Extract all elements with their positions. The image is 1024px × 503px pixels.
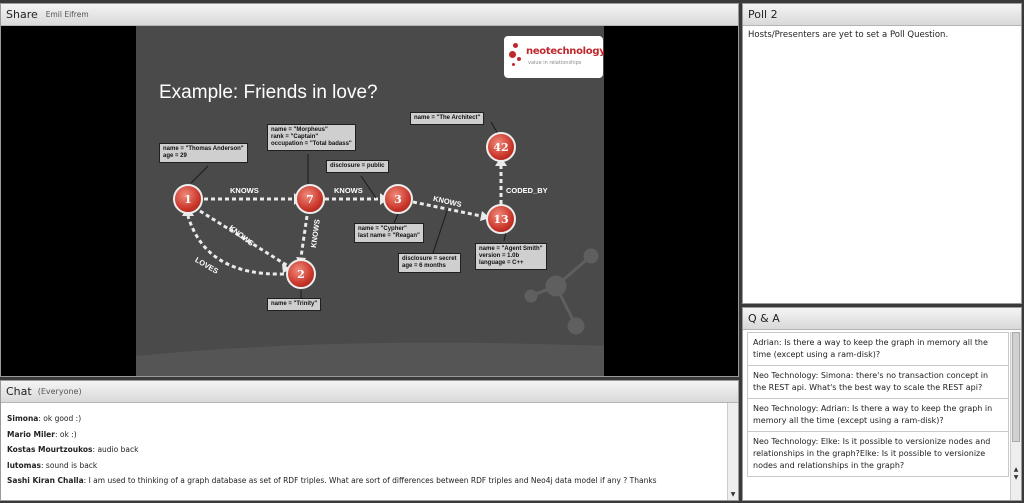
chat-message: Simona: ok good :) — [7, 414, 82, 423]
qa-scrollbar-thumb[interactable] — [1012, 332, 1020, 442]
scroll-down-arrow-icon[interactable]: ▼ — [728, 491, 738, 498]
chat-pod: Chat (Everyone) Simona: ok good :) Mario… — [0, 380, 739, 501]
poll-content: Hosts/Presenters are yet to set a Poll Q… — [743, 26, 1021, 303]
chat-text: sound is back — [45, 460, 98, 470]
chat-message: Mario Miler: ok :) — [7, 429, 77, 439]
presentation-slide: neotechnology value in relationships Exa… — [136, 26, 604, 376]
share-header: Share Emil Eifrem — [1, 4, 738, 26]
poll-header: Poll 2 — [743, 4, 1021, 26]
poll-pod: Poll 2 Hosts/Presenters are yet to set a… — [742, 3, 1022, 304]
graph-node-13: 13 — [486, 204, 516, 234]
chat-text: ok good :) — [43, 414, 82, 423]
graph-node-1: 1 — [173, 184, 203, 214]
prop-node-3: name = "Cypher" last name = "Reagan" — [354, 223, 424, 243]
chat-author: Sashi Kiran Challa — [7, 476, 84, 485]
callout-n3 — [393, 213, 399, 224]
qa-list: Adrian: Is there a way to keep the graph… — [747, 332, 1009, 500]
graph-edges — [136, 121, 604, 376]
chat-text: ok :) — [59, 429, 77, 439]
chat-author: lutomas — [7, 460, 41, 470]
qa-title: Q & A — [748, 312, 780, 325]
rel-knows-7-3: KNOWS — [334, 186, 363, 195]
scroll-down-arrow-icon[interactable]: ▼ — [1011, 474, 1021, 484]
prop-rel-secret: disclosure = secret age = 6 months — [398, 253, 461, 273]
qa-pod: Q & A Adrian: Is there a way to keep the… — [742, 307, 1022, 501]
graph-node-7: 7 — [295, 184, 325, 214]
poll-message: Hosts/Presenters are yet to set a Poll Q… — [748, 30, 949, 40]
prop-node-1: name = "Thomas Anderson" age = 29 — [159, 143, 248, 163]
rel-knows-1-7: KNOWS — [230, 186, 259, 195]
qa-item[interactable]: Adrian: Is there a way to keep the graph… — [747, 332, 1009, 366]
chat-author: Simona — [7, 414, 39, 423]
rel-coded-by: CODED_BY — [506, 186, 548, 195]
qa-item[interactable]: Neo Technology: Simona: there's no trans… — [747, 366, 1009, 399]
chat-scrollbar[interactable]: ▼ — [727, 403, 738, 500]
chat-messages: Simona: ok good :) Mario Miler: ok :) Ko… — [7, 411, 724, 489]
prop-node-42: name = "The Architect" — [410, 112, 485, 125]
chat-author: Kostas Mourtzoukos — [7, 445, 93, 454]
prop-node-13: name = "Agent Smith" version = 1.0b lang… — [475, 243, 547, 270]
qa-item[interactable]: Neo Technology: Elke: Is it possible to … — [747, 432, 1009, 477]
qa-scrollbar[interactable]: ▲ ▼ — [1010, 332, 1021, 500]
prop-node-7: name = "Morpheus" rank = "Captain" occup… — [267, 124, 356, 151]
callout-secret — [430, 207, 449, 260]
chat-author: Mario Miler — [7, 429, 55, 439]
edge-7-2 — [299, 215, 309, 258]
callout-n1 — [190, 165, 209, 184]
qa-content: Adrian: Is there a way to keep the graph… — [743, 330, 1021, 500]
share-title: Share — [6, 8, 38, 21]
share-pod: Share Emil Eifrem neotechnology value in… — [0, 3, 739, 377]
callout-public — [360, 175, 377, 199]
neotechnology-logo: neotechnology value in relationships — [504, 36, 604, 78]
graph-node-42: 42 — [486, 132, 516, 162]
qa-item[interactable]: Neo Technology: Adrian: Is there a way t… — [747, 399, 1009, 432]
chat-text: audio back — [97, 445, 139, 454]
prop-node-2: name = "Trinity" — [267, 298, 322, 311]
chat-audience: (Everyone) — [37, 387, 82, 396]
chat-content: Simona: ok good :) Mario Miler: ok :) Ko… — [1, 403, 738, 500]
qa-header: Q & A — [743, 308, 1021, 330]
slide-footer-swoosh — [136, 342, 604, 376]
chat-message: Sashi Kiran Challa: I am used to thinkin… — [7, 476, 657, 485]
chat-text: I am used to thinking of a graph databas… — [88, 476, 657, 485]
prop-rel-public: disclosure = public — [326, 160, 389, 173]
chat-header: Chat (Everyone) — [1, 381, 738, 403]
chat-message: Kostas Mourtzoukos: audio back — [7, 445, 139, 454]
chat-message: lutomas: sound is back — [7, 460, 98, 470]
slide-title: Example: Friends in love? — [159, 82, 378, 103]
graph-node-3: 3 — [383, 184, 413, 214]
share-content: neotechnology value in relationships Exa… — [1, 26, 738, 376]
chat-title: Chat — [6, 385, 32, 398]
poll-title: Poll 2 — [748, 8, 778, 21]
graph-node-2: 2 — [286, 259, 316, 289]
presenter-name: Emil Eifrem — [45, 10, 89, 19]
